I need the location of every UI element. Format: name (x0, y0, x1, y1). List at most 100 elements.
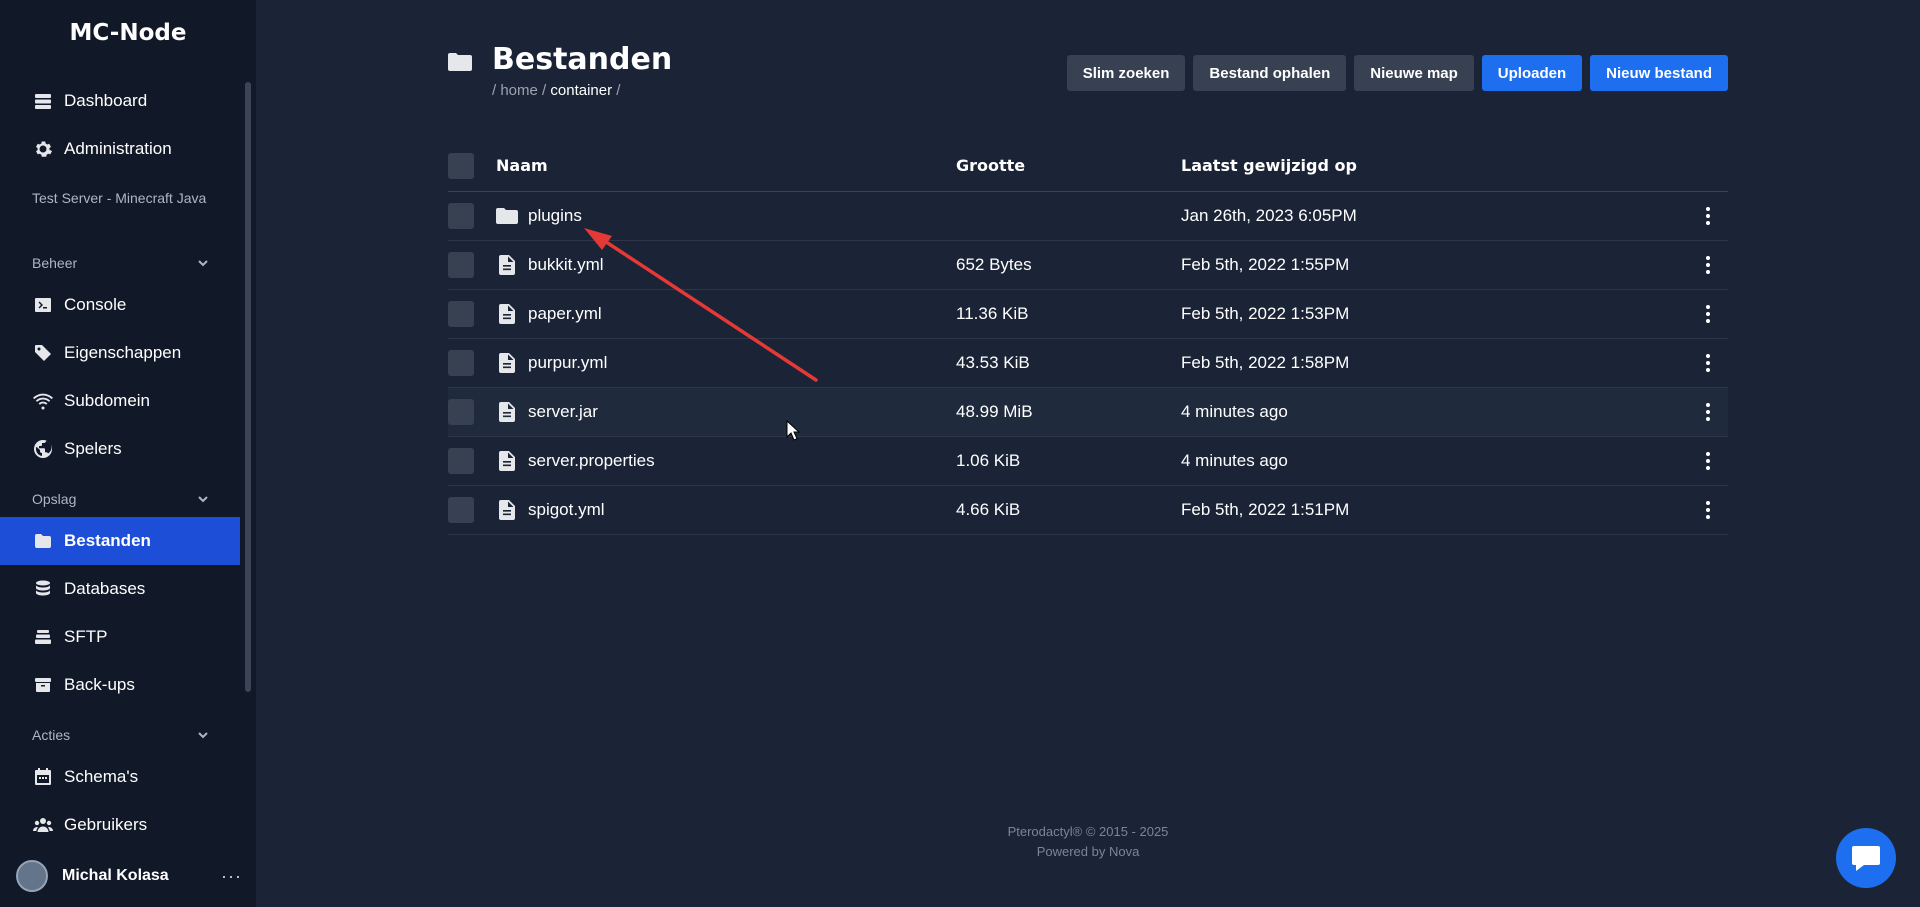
row-checkbox[interactable] (448, 301, 474, 327)
user-name: Michal Kolasa (62, 867, 169, 884)
section-title: Beheer (32, 255, 78, 271)
brand-logo[interactable]: MC-Node (0, 20, 256, 46)
table-header: Naam Grootte Laatst gewijzigd op (448, 140, 1728, 192)
table-row[interactable]: bukkit.yml 652 Bytes Feb 5th, 2022 1:55PM (448, 241, 1728, 290)
row-menu-button[interactable] (1688, 305, 1728, 323)
kebab-menu-icon (1706, 501, 1710, 519)
smart-search-button[interactable]: Slim zoeken (1066, 55, 1186, 91)
section-beheer-toggle[interactable]: Beheer (32, 251, 210, 275)
section-title: Opslag (32, 491, 77, 507)
user-menu[interactable]: Michal Kolasa ··· (16, 858, 242, 894)
footer: Pterodactyl® © 2015 - 2025 Powered by No… (960, 822, 1216, 862)
upload-button[interactable]: Uploaden (1481, 55, 1583, 91)
chevron-down-icon (198, 496, 208, 503)
row-menu-button[interactable] (1688, 452, 1728, 470)
fetch-file-button[interactable]: Bestand ophalen (1193, 55, 1347, 91)
column-name[interactable]: Naam (496, 156, 956, 175)
sidebar-item-administration[interactable]: Administration (0, 125, 240, 173)
row-menu-button[interactable] (1688, 207, 1728, 225)
section-opslag-toggle[interactable]: Opslag (32, 487, 210, 511)
row-checkbox[interactable] (448, 497, 474, 523)
column-size[interactable]: Grootte (956, 156, 1181, 175)
kebab-menu-icon (1706, 403, 1710, 421)
file-name-cell[interactable]: purpur.yml (496, 352, 956, 374)
file-name-cell[interactable]: server.properties (496, 450, 956, 472)
sidebar-item-label: Back-ups (64, 675, 135, 694)
row-checkbox[interactable] (448, 399, 474, 425)
sidebar-item-back-ups[interactable]: Back-ups (0, 661, 240, 709)
sidebar-item-label: SFTP (64, 627, 108, 646)
sidebar-item-label: Bestanden (64, 531, 151, 550)
file-name-cell[interactable]: bukkit.yml (496, 254, 956, 276)
select-all-checkbox[interactable] (448, 152, 474, 179)
row-menu-button[interactable] (1688, 354, 1728, 372)
file-size: 11.36 KiB (956, 304, 1029, 323)
file-table: Naam Grootte Laatst gewijzigd op plugins… (448, 140, 1728, 535)
table-row[interactable]: spigot.yml 4.66 KiB Feb 5th, 2022 1:51PM (448, 486, 1728, 535)
file-name-cell[interactable]: server.jar (496, 401, 956, 423)
row-menu-button[interactable] (1688, 501, 1728, 519)
file-name: server.properties (528, 451, 655, 470)
database-icon (32, 578, 54, 600)
file-size: 652 Bytes (956, 255, 1032, 274)
row-checkbox[interactable] (448, 350, 474, 376)
server-name: Test Server - Minecraft Java (32, 190, 207, 206)
file-size: 4.66 KiB (956, 500, 1021, 519)
file-name-cell[interactable]: paper.yml (496, 303, 956, 325)
gear-icon (32, 138, 54, 160)
sidebar-item-label: Dashboard (64, 91, 148, 110)
folder-icon (32, 530, 54, 552)
toolbar: Slim zoeken Bestand ophalen Nieuwe map U… (1066, 55, 1728, 91)
sidebar-item-schemas[interactable]: Schema's (0, 753, 240, 801)
sidebar-item-eigenschappen[interactable]: Eigenschappen (0, 329, 240, 377)
table-row[interactable]: server.jar 48.99 MiB 4 minutes ago (448, 388, 1728, 437)
sidebar-item-dashboard[interactable]: Dashboard (0, 77, 240, 125)
sidebar-item-label: Databases (64, 579, 146, 598)
sidebar-item-label: Spelers (64, 439, 122, 458)
page-title: Bestanden (492, 42, 673, 77)
file-name-cell[interactable]: spigot.yml (496, 499, 956, 521)
sidebar-item-spelers[interactable]: Spelers (0, 425, 240, 473)
file-name: bukkit.yml (528, 255, 604, 274)
sidebar-item-sftp[interactable]: SFTP (0, 613, 240, 661)
more-options-icon[interactable]: ··· (221, 866, 242, 887)
sidebar-item-databases[interactable]: Databases (0, 565, 240, 613)
file-icon (496, 450, 518, 472)
sidebar-item-subdomein[interactable]: Subdomein (0, 377, 240, 425)
calendar-icon (32, 766, 54, 788)
globe-icon (32, 438, 54, 460)
new-folder-button[interactable]: Nieuwe map (1354, 55, 1474, 91)
section-acties-toggle[interactable]: Acties (32, 723, 210, 747)
terminal-icon (32, 294, 54, 316)
sidebar-item-console[interactable]: Console (0, 281, 240, 329)
row-checkbox[interactable] (448, 252, 474, 278)
chat-button[interactable] (1836, 828, 1896, 888)
avatar (16, 860, 48, 892)
sidebar: MC-Node Dashboard Administration Test Se… (0, 0, 256, 907)
footer-powered-by: Powered by Nova (1036, 844, 1140, 859)
table-row[interactable]: server.properties 1.06 KiB 4 minutes ago (448, 437, 1728, 486)
sidebar-item-label: Console (64, 295, 127, 314)
row-menu-button[interactable] (1688, 403, 1728, 421)
table-row[interactable]: paper.yml 11.36 KiB Feb 5th, 2022 1:53PM (448, 290, 1728, 339)
breadcrumb-home[interactable]: home (500, 82, 538, 99)
column-modified[interactable]: Laatst gewijzigd op (1181, 156, 1688, 175)
table-row[interactable]: plugins Jan 26th, 2023 6:05PM (448, 192, 1728, 241)
file-name-cell[interactable]: plugins (496, 205, 956, 227)
file-name: paper.yml (528, 304, 602, 323)
table-row[interactable]: purpur.yml 43.53 KiB Feb 5th, 2022 1:58PM (448, 339, 1728, 388)
server-stack-icon (32, 90, 54, 112)
row-menu-button[interactable] (1688, 256, 1728, 274)
file-name: plugins (528, 206, 582, 225)
row-checkbox[interactable] (448, 203, 474, 229)
new-file-button[interactable]: Nieuw bestand (1590, 55, 1728, 91)
sidebar-item-gebruikers[interactable]: Gebruikers (0, 801, 240, 849)
sidebar-item-bestanden[interactable]: Bestanden (0, 517, 240, 565)
file-size: 43.53 KiB (956, 353, 1030, 372)
file-size: 48.99 MiB (956, 402, 1033, 421)
breadcrumb-container[interactable]: container (550, 82, 612, 99)
row-checkbox[interactable] (448, 448, 474, 474)
file-modified: Feb 5th, 2022 1:51PM (1181, 500, 1350, 519)
sidebar-scrollbar[interactable] (245, 82, 251, 692)
file-icon (496, 401, 518, 423)
